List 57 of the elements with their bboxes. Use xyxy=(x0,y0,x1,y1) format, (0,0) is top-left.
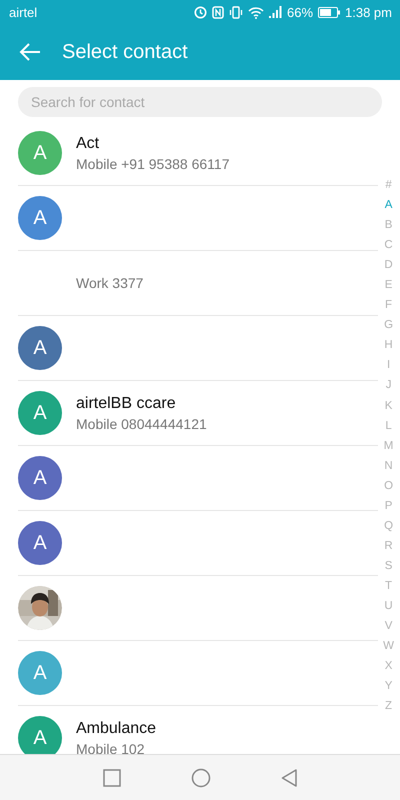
index-letter[interactable]: T xyxy=(385,576,392,596)
index-letter[interactable]: H xyxy=(384,335,393,356)
index-letter[interactable]: Z xyxy=(385,696,392,716)
screen-title: Select contact xyxy=(62,40,188,64)
index-letter[interactable]: F xyxy=(385,295,392,316)
index-letter[interactable]: Y xyxy=(384,676,392,696)
contact-number: Work 3377 xyxy=(76,275,144,291)
index-letter[interactable]: W xyxy=(383,636,394,656)
contact-name: Act xyxy=(76,134,100,152)
index-letter[interactable]: R xyxy=(384,536,393,556)
index-letter[interactable]: S xyxy=(384,556,392,576)
back-icon[interactable] xyxy=(281,768,297,786)
carrier-name: airtel xyxy=(9,4,38,20)
battery-icon xyxy=(318,6,340,18)
wifi-icon xyxy=(248,6,264,18)
index-letter[interactable]: N xyxy=(384,456,393,476)
contact-number: Mobile 102 xyxy=(76,740,146,754)
index-letter[interactable]: E xyxy=(384,275,392,296)
index-letter[interactable]: # xyxy=(385,175,392,196)
index-letter[interactable]: I xyxy=(386,355,390,376)
recents-icon[interactable] xyxy=(103,768,121,786)
home-icon[interactable] xyxy=(191,768,211,788)
index-letter[interactable]: L xyxy=(385,416,392,436)
contact-avatar: A xyxy=(18,456,62,500)
index-letter[interactable]: D xyxy=(384,255,393,276)
signal-icon xyxy=(268,6,282,18)
battery-percent: 66% xyxy=(286,4,314,20)
index-letter[interactable]: G xyxy=(384,315,394,336)
vibrate-icon xyxy=(228,6,243,18)
index-letter[interactable]: U xyxy=(384,596,393,616)
contact-avatar: A xyxy=(18,391,62,435)
contact-avatar: A xyxy=(18,196,62,240)
index-letter[interactable]: A xyxy=(384,195,392,216)
index-letter[interactable]: X xyxy=(384,656,392,676)
index-letter[interactable]: C xyxy=(384,235,393,256)
back-arrow-icon[interactable] xyxy=(18,42,42,62)
contact-avatar: A xyxy=(18,521,62,565)
index-letter[interactable]: M xyxy=(384,436,394,456)
index-letter[interactable]: B xyxy=(384,215,392,236)
search-field[interactable]: Search for contact xyxy=(18,87,382,117)
clock-time: 1:38 pm xyxy=(345,4,392,20)
index-letter[interactable]: Q xyxy=(384,516,394,536)
contact-number: Mobile +91 95388 66117 xyxy=(76,156,230,172)
contact-number: Mobile 08044444121 xyxy=(76,416,207,432)
contact-avatar: A xyxy=(18,131,62,175)
index-letter[interactable]: K xyxy=(384,396,392,416)
contact-name: airtelBB ccare xyxy=(76,394,177,412)
alarm-icon xyxy=(194,6,207,18)
index-letter[interactable]: P xyxy=(384,496,392,516)
nfc-icon xyxy=(212,6,224,18)
index-letter[interactable]: V xyxy=(384,616,392,636)
contact-name: Ambulance xyxy=(76,720,156,738)
contact-avatar: A xyxy=(18,716,62,754)
index-letter[interactable]: J xyxy=(386,375,392,396)
index-letter[interactable]: O xyxy=(384,476,394,496)
contact-avatar: A xyxy=(18,326,62,370)
contact-avatar: A xyxy=(18,651,62,695)
